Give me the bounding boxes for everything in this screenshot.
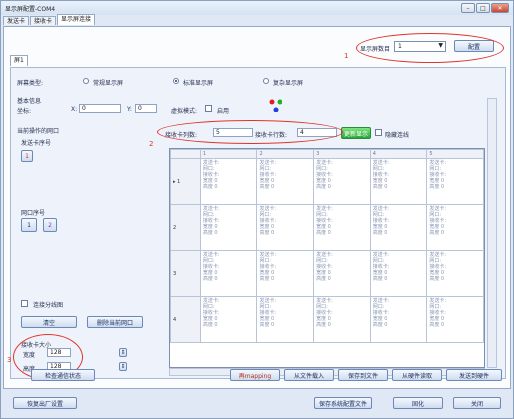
grid-row: 4 发送卡: 网口: 接收卡: 宽度 0 高度 0 发送卡: 网口: 接收卡: 宽度 0 高度 0发… bbox=[170, 296, 484, 343]
width-stepper[interactable]: ⇕ bbox=[119, 348, 127, 357]
load-from-file-button[interactable]: 从文件载入 bbox=[284, 369, 334, 381]
minimize-button[interactable]: – bbox=[461, 3, 475, 13]
y-label: Y: bbox=[127, 106, 132, 113]
receiver-card-cell[interactable]: 发送卡: 网口: 接收卡: 宽度 0 高度 0 bbox=[199, 296, 258, 343]
receiver-card-cell[interactable]: 发送卡: 网口: 接收卡: 宽度 0 高度 0 bbox=[256, 158, 315, 205]
save-to-file-button[interactable]: 保存到文件 bbox=[338, 369, 388, 381]
close-button[interactable]: 关闭 bbox=[453, 397, 501, 409]
annotation-number-2: 2 bbox=[149, 140, 154, 148]
receiver-card-cell[interactable]: 发送卡: 网口: 接收卡: 宽度 0 高度 0 bbox=[313, 204, 371, 251]
receiver-card-grid[interactable]: 1 2 3 4 5 ▸ 1 发送卡: 网口: 接收卡: 宽度 0 高度 0 发送卡: 网口: 接… bbox=[169, 148, 485, 368]
receiver-card-cell[interactable]: 发送卡: 网口: 接收卡: 宽度 0 高度 0 bbox=[369, 158, 428, 205]
x-input[interactable]: 0 bbox=[79, 104, 121, 113]
tab-send-card[interactable]: 发送卡 bbox=[3, 16, 30, 25]
tab-recv-card[interactable]: 接收卡 bbox=[30, 16, 57, 25]
hide-lines-checkbox[interactable] bbox=[375, 129, 382, 136]
delete-port-button[interactable]: 删除当前网口 bbox=[87, 316, 143, 328]
receiver-card-cell[interactable]: 发送卡: 网口: 接收卡: 宽度 0 高度 0 bbox=[426, 204, 484, 251]
hide-lines-label: 隐藏连线 bbox=[385, 132, 410, 139]
x-label: X: bbox=[71, 106, 78, 113]
screen-tabs: 屏1 bbox=[10, 55, 29, 66]
save-system-config-button[interactable]: 保存系统配置文件 bbox=[314, 397, 372, 409]
factory-reset-button[interactable]: 恢复出厂设置 bbox=[13, 397, 77, 409]
grid-col-header: 2 bbox=[256, 149, 315, 159]
grid-row-header: 3 bbox=[170, 250, 201, 297]
rgb-dots-icon bbox=[269, 99, 282, 112]
receiver-card-cell[interactable]: 发送卡: 网口: 接收卡: 宽度 0 高度 0 bbox=[369, 296, 428, 343]
send-to-hardware-button[interactable]: 发送到硬件 bbox=[446, 369, 502, 381]
annotation-number-3: 3 bbox=[7, 356, 12, 364]
receiver-card-cell[interactable]: 发送卡: 网口: 接收卡: 宽度 0 高度 0 bbox=[369, 204, 428, 251]
receiver-card-cell[interactable]: 发送卡: 网口: 接收卡: 宽度 0 高度 0 bbox=[313, 296, 371, 343]
net-port-1-button[interactable]: 1 bbox=[21, 218, 37, 232]
send-card-index-button[interactable]: 1 bbox=[21, 150, 33, 162]
grid-row-header: ▸ 1 bbox=[170, 158, 201, 205]
virtual-mode-checkbox[interactable] bbox=[205, 105, 212, 112]
send-card-index-label: 发送卡序号 bbox=[21, 140, 52, 147]
screen-config-panel: 屏幕类型: 常规显示屏 标准显示屏 复杂显示屏 基本信息 坐标: X: 0 Y:… bbox=[7, 67, 506, 380]
screen-connection-panel: 显示屏数目 1 ▼ 配置 1 屏1 屏幕类型: 常规显示屏 标准显示屏 复杂显示… bbox=[3, 26, 511, 389]
height-stepper[interactable]: ⇕ bbox=[119, 362, 127, 371]
receiver-card-cell[interactable]: 发送卡: 网口: 接收卡: 宽度 0 高度 0 bbox=[199, 204, 258, 251]
receiver-card-cell[interactable]: 发送卡: 网口: 接收卡: 宽度 0 高度 0 bbox=[256, 296, 315, 343]
window-title: 显示屏配置-COM4 bbox=[5, 6, 56, 13]
basic-info-label: 基本信息 bbox=[17, 98, 42, 105]
update-display-button[interactable]: 更新显示 bbox=[341, 127, 371, 139]
remapping-button[interactable]: 再mapping bbox=[230, 369, 280, 381]
grid-col-header: 4 bbox=[369, 149, 428, 159]
radio-normal-screen[interactable] bbox=[83, 78, 89, 84]
grid-corner-header bbox=[170, 149, 201, 159]
receiver-card-cell[interactable]: 发送卡: 网口: 接收卡: 宽度 0 高度 0 bbox=[313, 250, 371, 297]
receiver-card-cell[interactable]: 发送卡: 网口: 接收卡: 宽度 0 高度 0 bbox=[256, 250, 315, 297]
top-tabs: 发送卡 接收卡 显示屏连接 bbox=[3, 14, 96, 25]
net-port-index-label: 网口序号 bbox=[21, 210, 46, 217]
grid-row: ▸ 1 发送卡: 网口: 接收卡: 宽度 0 高度 0 发送卡: 网口: 接收卡: 宽度 0 高度 … bbox=[170, 158, 484, 205]
radio-standard-label: 标准显示屏 bbox=[183, 80, 214, 87]
check-comm-button[interactable]: 检查通信状态 bbox=[31, 369, 95, 381]
receiver-card-cell[interactable]: 发送卡: 网口: 接收卡: 宽度 0 高度 0 bbox=[426, 250, 484, 297]
coord-label: 坐标: bbox=[17, 108, 32, 115]
grid-row: 2 发送卡: 网口: 接收卡: 宽度 0 高度 0 发送卡: 网口: 接收卡: 宽度 0 高度 0发… bbox=[170, 204, 484, 251]
grid-row-header: 4 bbox=[170, 296, 201, 343]
receiver-card-cell[interactable]: 发送卡: 网口: 接收卡: 宽度 0 高度 0 bbox=[426, 158, 484, 205]
receiver-card-cell[interactable]: 发送卡: 网口: 接收卡: 宽度 0 高度 0 bbox=[426, 296, 484, 343]
annotation-number-1: 1 bbox=[344, 52, 349, 60]
clear-button[interactable]: 清空 bbox=[21, 316, 77, 328]
grid-col-header: 3 bbox=[313, 149, 371, 159]
radio-standard-screen[interactable] bbox=[173, 78, 179, 84]
receiver-card-cell[interactable]: 发送卡: 网口: 接收卡: 宽度 0 高度 0 bbox=[369, 250, 428, 297]
apply-button[interactable]: 固化 bbox=[393, 397, 443, 409]
receiver-card-cell[interactable]: 发送卡: 网口: 接收卡: 宽度 0 高度 0 bbox=[256, 204, 315, 251]
connect-lines-checkbox[interactable] bbox=[21, 300, 28, 307]
radio-normal-label: 常规显示屏 bbox=[93, 80, 124, 87]
net-port-2-button[interactable]: 2 bbox=[43, 218, 57, 232]
app-window: 显示屏配置-COM4 – □ ✕ 发送卡 接收卡 显示屏连接 显示屏数目 1 ▼… bbox=[0, 0, 514, 419]
grid-col-header: 5 bbox=[426, 149, 484, 159]
connect-lines-label: 连接分线图 bbox=[33, 302, 64, 309]
screen-type-label: 屏幕类型: bbox=[17, 80, 44, 87]
tab-screen-1[interactable]: 屏1 bbox=[10, 55, 28, 66]
y-input[interactable]: 0 bbox=[135, 104, 157, 113]
vertical-scrollbar[interactable] bbox=[487, 98, 497, 368]
grid-col-header: 1 bbox=[199, 149, 258, 159]
title-bar: 显示屏配置-COM4 – □ ✕ bbox=[1, 1, 513, 15]
current-port-label: 当前操作的网口 bbox=[17, 128, 60, 135]
tab-screen-connection[interactable]: 显示屏连接 bbox=[57, 14, 96, 25]
virtual-mode-label: 虚拟模式: bbox=[171, 108, 198, 115]
grid-row: 3 发送卡: 网口: 接收卡: 宽度 0 高度 0 发送卡: 网口: 接收卡: 宽度 0 高度 0发… bbox=[170, 250, 484, 297]
annotation-circle-1 bbox=[356, 33, 504, 63]
radio-complex-screen[interactable] bbox=[263, 78, 269, 84]
grid-row-header: 2 bbox=[170, 204, 201, 251]
close-window-button[interactable]: ✕ bbox=[491, 3, 509, 13]
receiver-card-cell[interactable]: 发送卡: 网口: 接收卡: 宽度 0 高度 0 bbox=[313, 158, 371, 205]
read-from-hardware-button[interactable]: 从硬件读取 bbox=[392, 369, 442, 381]
receiver-card-cell[interactable]: 发送卡: 网口: 接收卡: 宽度 0 高度 0 bbox=[199, 158, 258, 205]
virtual-mode-enable-label: 启用 bbox=[217, 108, 230, 115]
maximize-button[interactable]: □ bbox=[476, 3, 490, 13]
annotation-circle-2 bbox=[157, 120, 343, 144]
receiver-card-cell[interactable]: 发送卡: 网口: 接收卡: 宽度 0 高度 0 bbox=[199, 250, 258, 297]
radio-complex-label: 复杂显示屏 bbox=[273, 80, 304, 87]
